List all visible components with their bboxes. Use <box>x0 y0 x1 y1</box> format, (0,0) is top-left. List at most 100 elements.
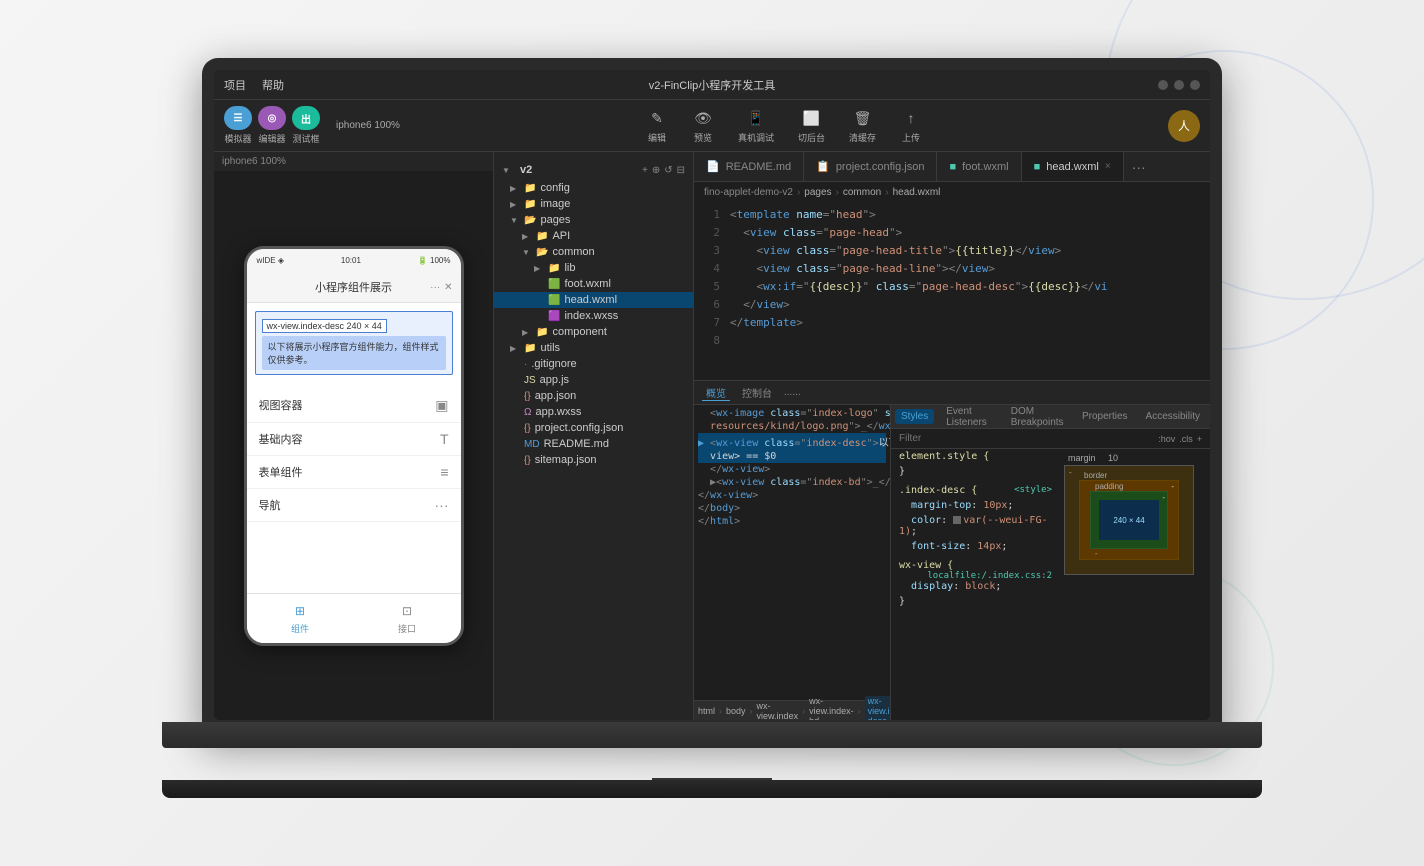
tree-config[interactable]: ▶ 📁 config <box>494 180 693 196</box>
editor-btn[interactable]: ◎ 编辑器 <box>258 106 286 145</box>
tree-sitemap[interactable]: ▶ {} sitemap.json <box>494 452 693 468</box>
component-nav-icon: ⊞ <box>291 602 309 620</box>
wx-view-source: localfile:/.index.css:2 <box>927 571 1052 581</box>
box-model-container: margin 10 - border - <box>1060 449 1210 720</box>
component-nav[interactable]: 导航 ··· <box>247 489 461 522</box>
bm-margin-text: - <box>1069 468 1072 477</box>
clear-cache-icon: 🗑 <box>851 107 873 129</box>
tree-image[interactable]: ▶ 📁 image <box>494 196 693 212</box>
background-label: 切后台 <box>798 131 825 144</box>
css-prop-font-size: font-size: 14px; <box>891 539 1060 554</box>
tree-lib[interactable]: ▶ 📁 lib <box>494 260 693 276</box>
styles-tab[interactable]: Styles <box>895 409 934 424</box>
readme-icon: MD <box>524 439 540 450</box>
test-label: 测试框 <box>292 132 319 145</box>
maximize-btn[interactable] <box>1174 80 1184 90</box>
html-tree-line-html-end: </html> <box>698 515 886 528</box>
common-folder-icon: 📂 <box>536 247 548 258</box>
tab-more[interactable]: ··· <box>1124 159 1154 175</box>
api-folder-icon: 📁 <box>536 231 548 242</box>
tree-pages[interactable]: ▼ 📂 pages <box>494 212 693 228</box>
tree-app-js[interactable]: ▶ JS app.js <box>494 372 693 388</box>
new-file-icon[interactable]: + <box>642 165 648 176</box>
background-tool[interactable]: ⬜ 切后台 <box>798 107 825 144</box>
tree-component[interactable]: ▶ 📁 component <box>494 324 693 340</box>
tree-index-wxss[interactable]: ▶ 🟪 index.wxss <box>494 308 693 324</box>
component-basic[interactable]: 基础内容 T <box>247 423 461 456</box>
foot-wxml-name: foot.wxml <box>564 278 610 290</box>
cls-btn[interactable]: .cls <box>1179 434 1193 444</box>
tab-head[interactable]: ■ head.wxml × <box>1022 152 1124 182</box>
api-name: API <box>552 230 570 242</box>
title-bar: 项目 帮助 v2-FinClip小程序开发工具 <box>214 70 1210 100</box>
bm-padding-label: padding <box>1095 482 1123 491</box>
phone-menu-icon[interactable]: ··· <box>430 282 440 293</box>
app-json-icon: {} <box>524 391 531 402</box>
refresh-icon[interactable]: ↺ <box>664 165 672 176</box>
collapse-icon[interactable]: ⊟ <box>677 165 685 176</box>
nav-component[interactable]: ⊞ 组件 <box>291 602 309 635</box>
head-tab-label: head.wxml <box>1046 161 1099 173</box>
dom-breakpoints-tab[interactable]: DOM Breakpoints <box>1005 405 1070 430</box>
background-icon: ⬜ <box>800 107 822 129</box>
user-avatar[interactable]: 人 <box>1168 110 1200 142</box>
tree-head-wxml[interactable]: ▶ 🟩 head.wxml <box>494 292 693 308</box>
tree-gitignore[interactable]: ▶ · .gitignore <box>494 356 693 372</box>
menu-project[interactable]: 项目 <box>224 77 246 93</box>
test-btn[interactable]: 出 测试框 <box>292 106 320 145</box>
upload-tool[interactable]: ↑ 上传 <box>900 107 922 144</box>
wx-view-selector: wx-view { <box>899 560 953 571</box>
component-form[interactable]: 表单组件 ≡ <box>247 456 461 489</box>
edit-tool[interactable]: ✎ 编辑 <box>646 107 668 144</box>
gitignore-icon: · <box>524 359 527 370</box>
event-listeners-tab[interactable]: Event Listeners <box>940 405 999 430</box>
tree-app-wxss[interactable]: ▶ Ω app.wxss <box>494 404 693 420</box>
clear-cache-tool[interactable]: 🗑 清缓存 <box>849 107 876 144</box>
element-path-body: body <box>726 706 746 716</box>
nav-interface[interactable]: ⊡ 接口 <box>398 602 416 635</box>
add-style-btn[interactable]: + <box>1197 434 1202 444</box>
tree-utils[interactable]: ▶ 📁 utils <box>494 340 693 356</box>
simulator-btn[interactable]: ☰ 模拟器 <box>224 106 252 145</box>
devtools-tab-overview[interactable]: 概览 <box>702 385 730 401</box>
toolbar-center: ✎ 编辑 👁 预览 📱 真机调试 ⬜ 切后台 <box>400 107 1168 144</box>
phone-preview: wIDE ◈ 10:01 🔋 100% 小程序组件展示 ··· ✕ <box>214 171 493 720</box>
accessibility-tab[interactable]: Accessibility <box>1140 409 1206 424</box>
component-view-container[interactable]: 视图容器 ▣ <box>247 389 461 423</box>
tab-readme[interactable]: 📄 README.md <box>694 152 804 182</box>
properties-tab[interactable]: Properties <box>1076 409 1134 424</box>
close-btn[interactable] <box>1190 80 1200 90</box>
phone-status-time: 10:01 <box>341 256 361 265</box>
new-folder-icon[interactable]: ⊕ <box>652 165 660 176</box>
bm-padding-val: - <box>1162 493 1165 502</box>
devtools-tab-more: ...... <box>784 387 801 398</box>
devtools-tab-console[interactable]: 控制台 <box>738 385 776 400</box>
upload-label: 上传 <box>902 131 920 144</box>
hov-btn[interactable]: :hov <box>1158 434 1175 444</box>
pages-folder-icon: 📂 <box>524 215 536 226</box>
tree-api[interactable]: ▶ 📁 API <box>494 228 693 244</box>
index-desc-source: <style> <box>1014 485 1052 495</box>
tree-foot-wxml[interactable]: ▶ 🟩 foot.wxml <box>494 276 693 292</box>
preview-tool[interactable]: 👁 预览 <box>692 107 714 144</box>
tree-common[interactable]: ▼ 📂 common <box>494 244 693 260</box>
html-tree-line-wxview-end: </wx-view> <box>698 489 886 502</box>
head-tab-close[interactable]: × <box>1105 161 1111 172</box>
tree-app-json[interactable]: ▶ {} app.json <box>494 388 693 404</box>
phone-title-bar: 小程序组件展示 ··· ✕ <box>247 273 461 303</box>
code-content-6: </view> <box>730 296 1210 314</box>
code-area[interactable]: 1 <template name="head"> 2 <view class="… <box>694 202 1210 380</box>
minimize-btn[interactable] <box>1158 80 1168 90</box>
tree-readme[interactable]: ▶ MD README.md <box>494 436 693 452</box>
tree-project-config[interactable]: ▶ {} project.config.json <box>494 420 693 436</box>
tab-foot[interactable]: ■ foot.wxml <box>937 152 1021 182</box>
utils-arrow: ▶ <box>510 344 522 353</box>
common-arrow: ▼ <box>522 248 534 257</box>
tab-project-config[interactable]: 📋 project.config.json <box>804 152 937 182</box>
phone-close-icon[interactable]: ✕ <box>444 282 452 293</box>
utils-name: utils <box>540 342 560 354</box>
laptop-base <box>162 722 1262 748</box>
device-debug-tool[interactable]: 📱 真机调试 <box>738 107 774 144</box>
menu-help[interactable]: 帮助 <box>262 77 284 93</box>
styles-filter-input[interactable] <box>899 433 1154 444</box>
